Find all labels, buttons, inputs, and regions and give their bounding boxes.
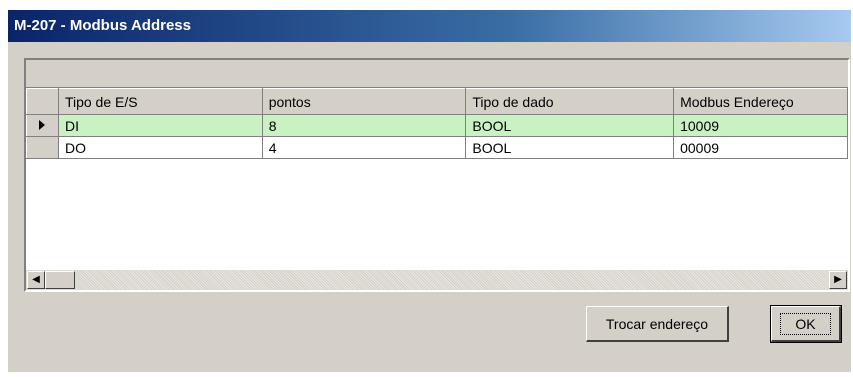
table-row[interactable]: DO 4 BOOL 00009 <box>26 136 848 159</box>
window-title: M-207 - Modbus Address <box>8 10 851 42</box>
scroll-right-icon[interactable]: ▶ <box>829 271 847 289</box>
cell-tipo-dado[interactable]: BOOL <box>465 114 675 137</box>
row-indicator-header <box>26 88 59 115</box>
row-indicator[interactable] <box>26 114 59 137</box>
scroll-left-icon[interactable]: ◀ <box>27 271 45 289</box>
row-indicator[interactable] <box>26 136 59 159</box>
cell-modbus-endereco[interactable]: 10009 <box>673 114 848 137</box>
ok-button[interactable]: OK <box>770 305 842 343</box>
column-header-modbus-endereco[interactable]: Modbus Endereço <box>673 88 848 115</box>
address-table: Tipo de E/S pontos Tipo de dado Modbus E… <box>26 88 848 159</box>
horizontal-scrollbar[interactable]: ◀ ▶ <box>26 270 848 290</box>
grid-group-bar <box>26 60 848 88</box>
cell-tipo-es[interactable]: DI <box>58 114 263 137</box>
column-header-tipo-es[interactable]: Tipo de E/S <box>57 88 263 115</box>
column-header-pontos[interactable]: pontos <box>261 88 467 115</box>
address-grid[interactable]: Tipo de E/S pontos Tipo de dado Modbus E… <box>24 58 850 292</box>
cell-pontos[interactable]: 4 <box>262 136 467 159</box>
cell-pontos[interactable]: 8 <box>262 114 467 137</box>
row-pointer-icon <box>39 119 46 130</box>
ok-button-label: OK <box>780 312 831 335</box>
swap-address-button[interactable]: Trocar endereço <box>586 306 729 342</box>
column-header-tipo-dado[interactable]: Tipo de dado <box>465 88 675 115</box>
cell-modbus-endereco[interactable]: 00009 <box>673 136 848 159</box>
modbus-address-dialog: M-207 - Modbus Address Tipo de E/S ponto… <box>8 10 851 372</box>
table-header-row: Tipo de E/S pontos Tipo de dado Modbus E… <box>26 88 848 115</box>
cell-tipo-es[interactable]: DO <box>58 136 263 159</box>
scrollbar-thumb[interactable] <box>45 271 75 289</box>
cell-tipo-dado[interactable]: BOOL <box>465 136 675 159</box>
table-row[interactable]: DI 8 BOOL 10009 <box>26 114 848 137</box>
